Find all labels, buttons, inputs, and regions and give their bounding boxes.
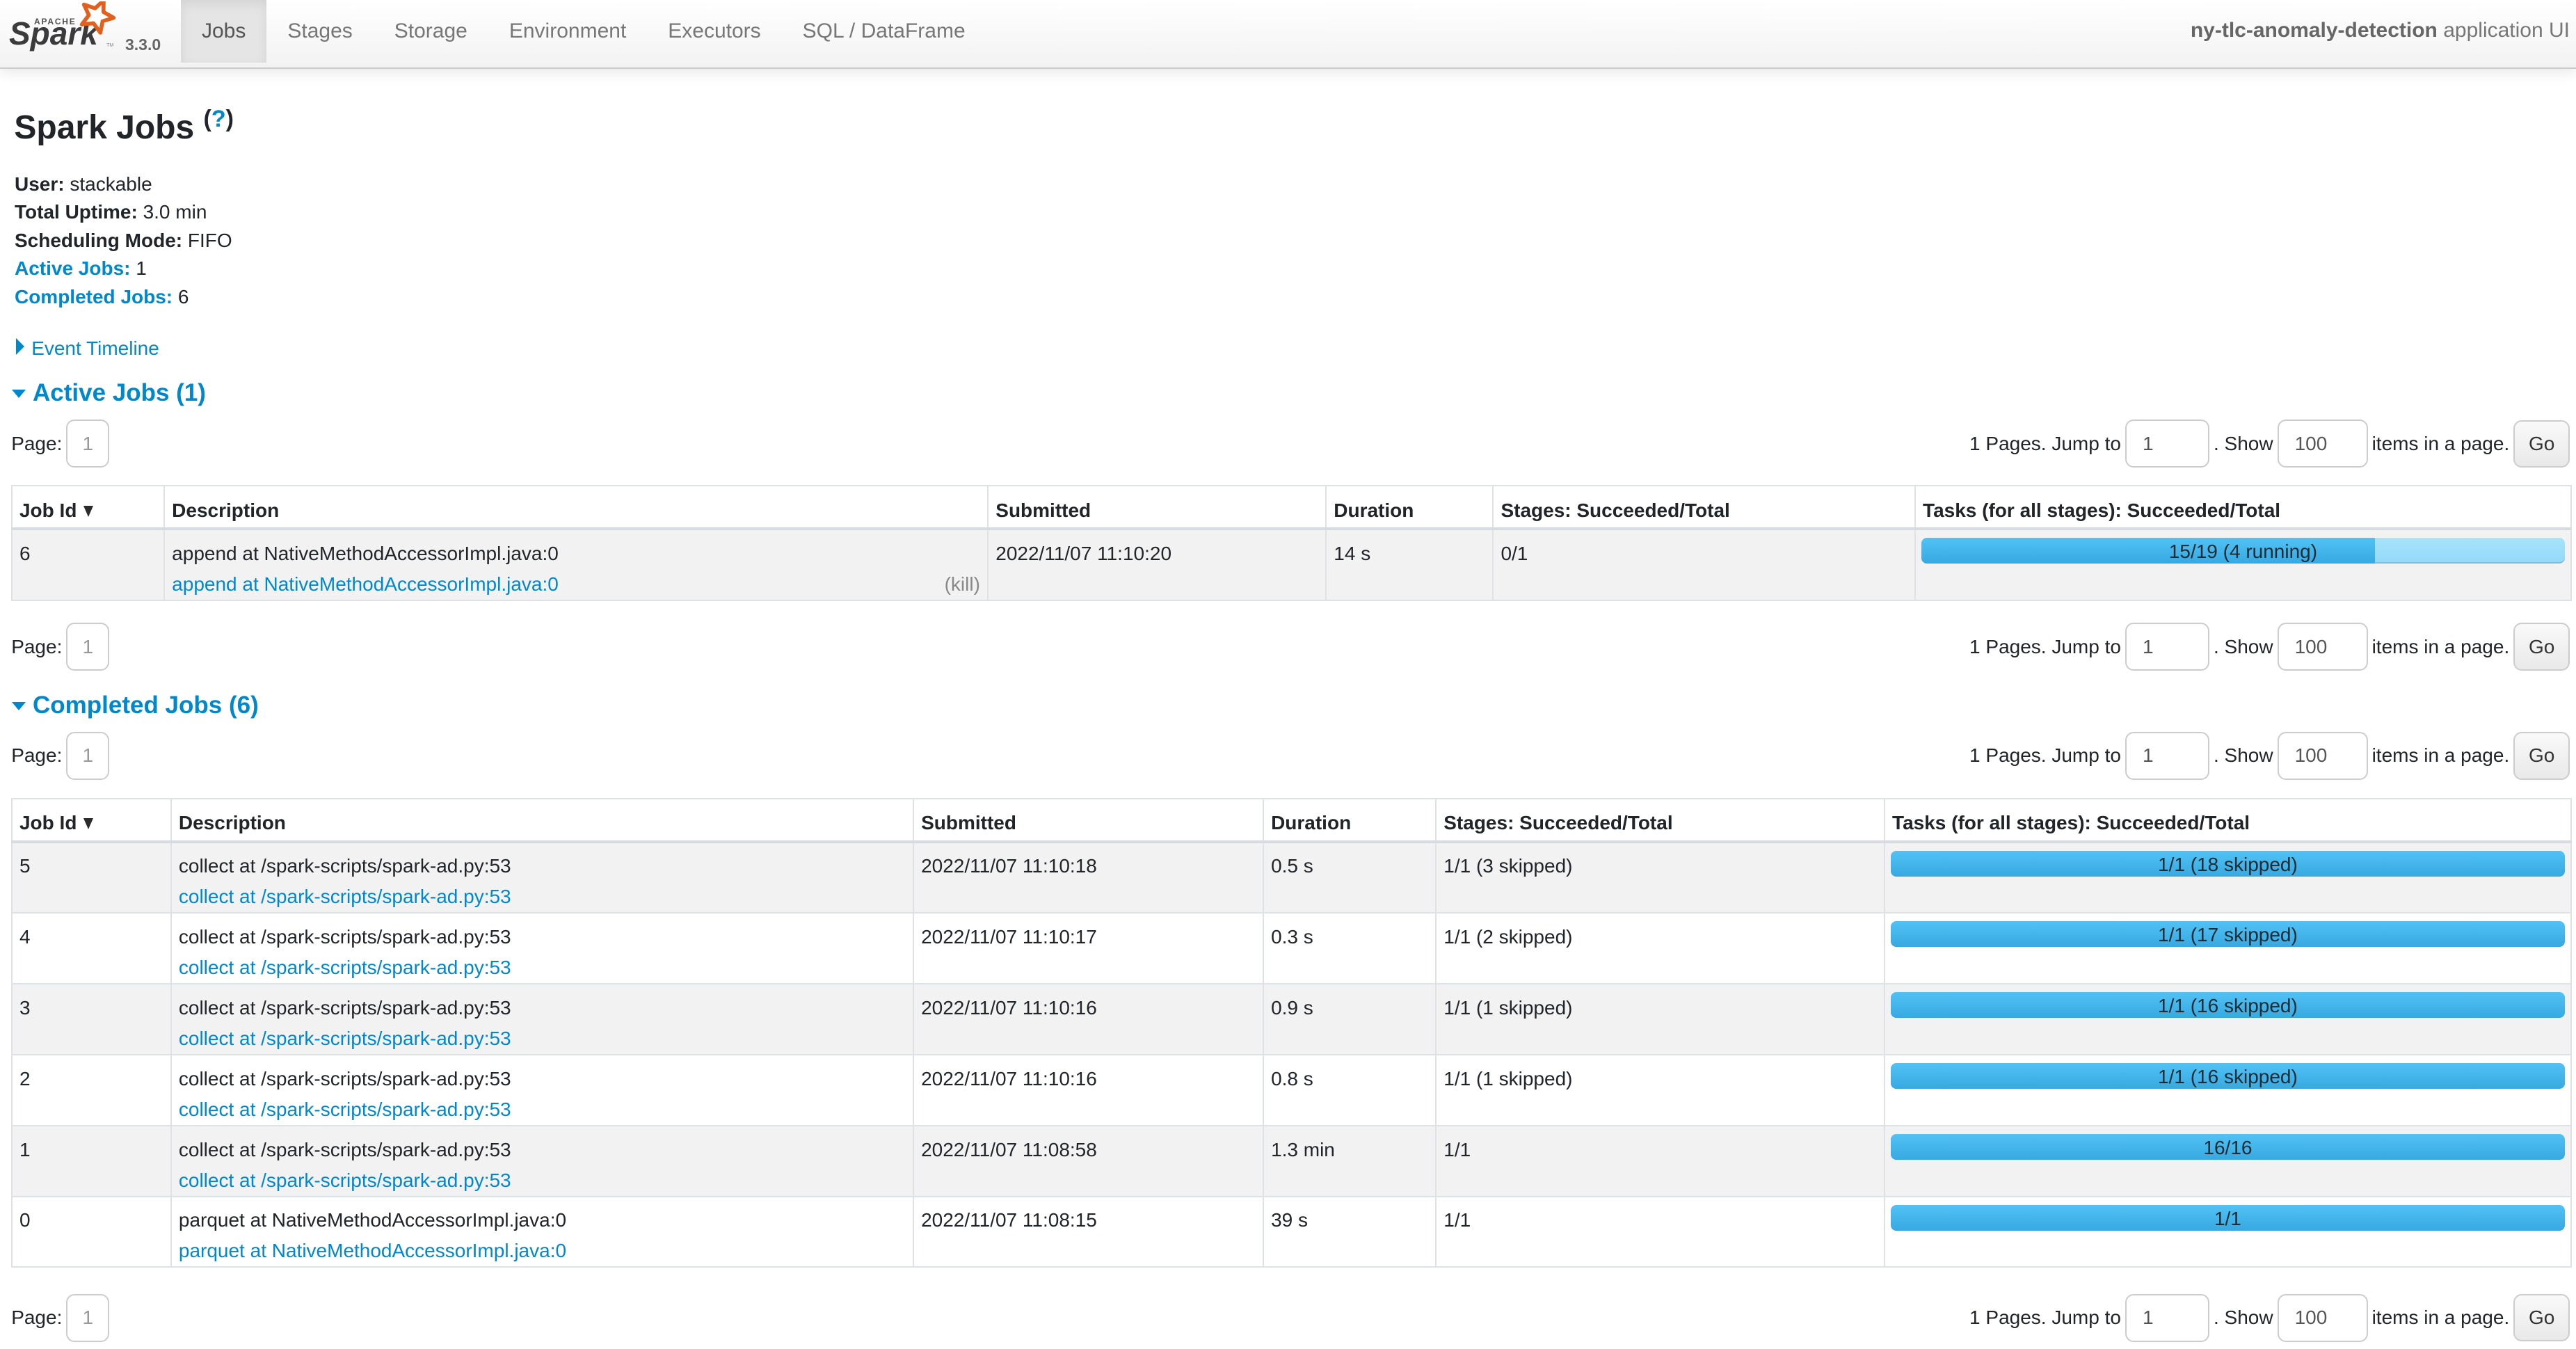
svg-text:TM: TM: [106, 42, 113, 48]
